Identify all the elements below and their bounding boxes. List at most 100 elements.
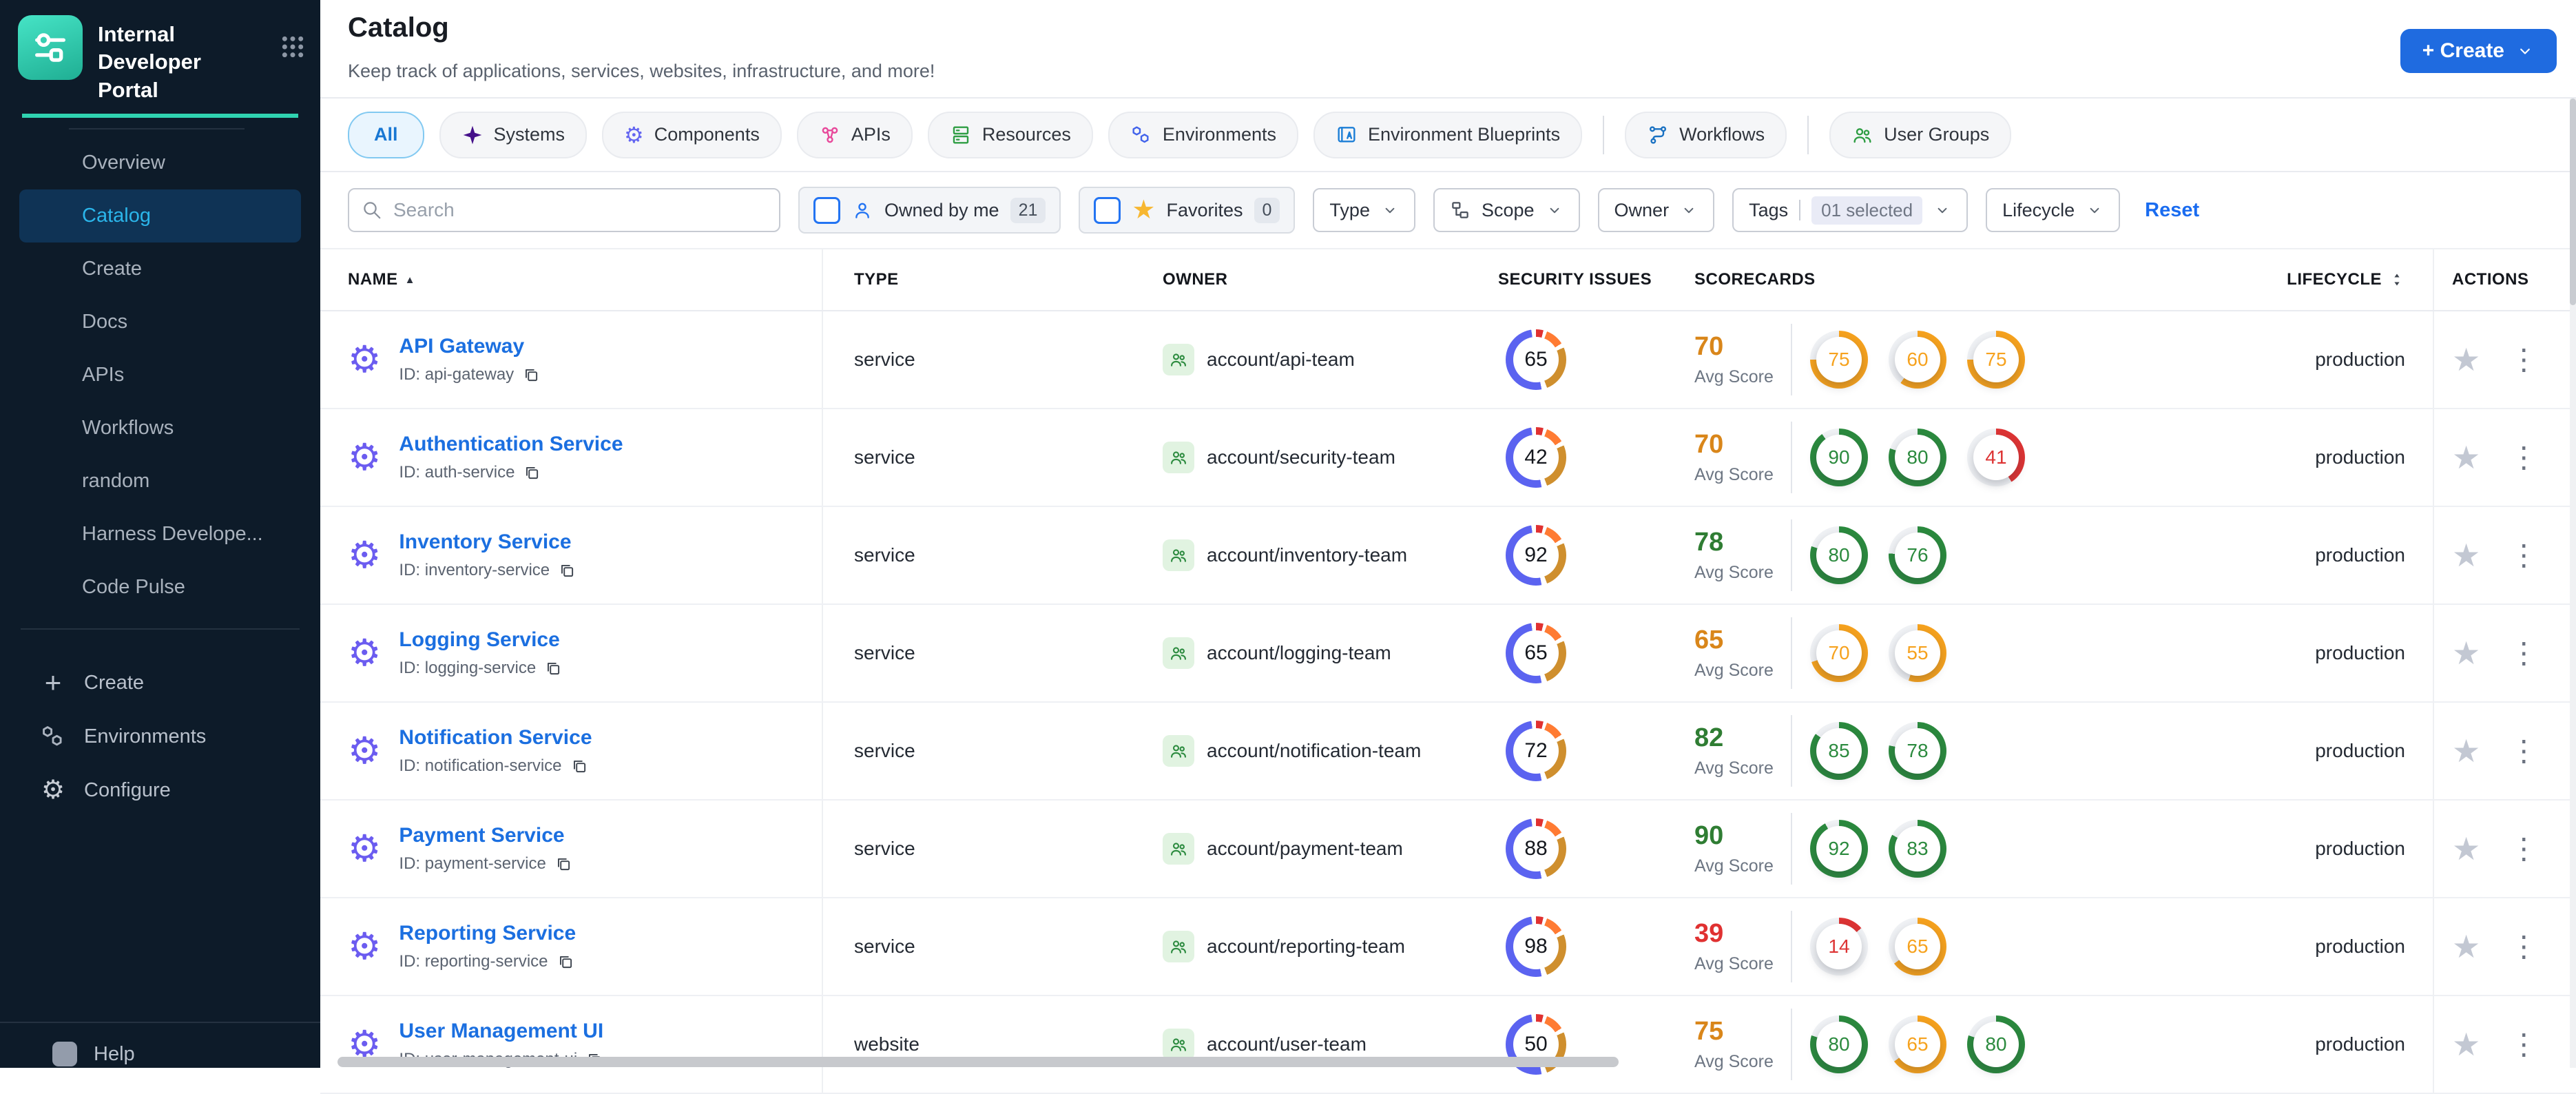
kebab-menu-button[interactable]: ⋮ [2509,1030,2538,1059]
scorecard-ring[interactable]: 76 [1889,526,1946,584]
column-header-name[interactable]: NAME ▲ [320,249,823,310]
sidebar-item-apis[interactable]: APIs [0,349,320,402]
tab-systems[interactable]: Systems [439,111,588,158]
scorecard-ring[interactable]: 41 [1967,429,2025,486]
sidebar-item-configure[interactable]: ⚙ Configure [0,763,320,817]
kebab-menu-button[interactable]: ⋮ [2509,639,2538,668]
sidebar-item-random[interactable]: random [0,455,320,508]
copy-icon[interactable] [544,659,562,677]
copy-icon[interactable] [570,757,588,775]
security-issues-donut[interactable]: 98 [1506,916,1566,977]
vertical-scrollbar-thumb[interactable] [2570,99,2576,305]
search-box[interactable] [348,188,780,232]
sidebar-item-code-pulse[interactable]: Code Pulse [0,561,320,614]
scorecard-ring[interactable]: 60 [1889,331,1946,389]
entity-name-link[interactable]: User Management UI [399,1020,603,1042]
scorecard-ring[interactable]: 65 [1889,1015,1946,1073]
kebab-menu-button[interactable]: ⋮ [2509,932,2538,961]
kebab-menu-button[interactable]: ⋮ [2509,345,2538,374]
favorite-star-button[interactable]: ★ [2452,344,2480,375]
favorite-star-button[interactable]: ★ [2452,539,2480,571]
scorecard-ring[interactable]: 78 [1889,722,1946,780]
tab-user-groups[interactable]: User Groups [1829,111,2012,158]
security-issues-donut[interactable]: 88 [1506,818,1566,879]
reset-filters-button[interactable]: Reset [2145,199,2199,222]
owned-by-me-checkbox[interactable] [813,196,840,224]
security-issues-donut[interactable]: 42 [1506,427,1566,488]
scorecard-ring[interactable]: 80 [1810,526,1868,584]
copy-icon[interactable] [554,855,572,873]
app-grid-icon[interactable] [279,33,307,61]
lifecycle-filter-dropdown[interactable]: Lifecycle [1986,188,2121,232]
sidebar-item-docs[interactable]: Docs [0,296,320,349]
sidebar-item-overview[interactable]: Overview [0,136,320,189]
sidebar-item-workflows[interactable]: Workflows [0,402,320,455]
entity-name-link[interactable]: Payment Service [399,824,564,847]
copy-icon[interactable] [522,366,540,384]
scorecard-ring[interactable]: 80 [1810,1015,1868,1073]
copy-icon[interactable] [558,561,576,579]
entity-name-link[interactable]: Reporting Service [399,922,576,945]
tab-components[interactable]: ⚙ Components [602,111,782,158]
kebab-menu-button[interactable]: ⋮ [2509,443,2538,472]
scorecard-ring[interactable]: 55 [1889,624,1946,682]
favorites-checkbox[interactable] [1094,196,1121,224]
security-issues-donut[interactable]: 92 [1506,525,1566,586]
entity-name-link[interactable]: API Gateway [399,335,524,358]
entity-name-link[interactable]: Inventory Service [399,530,571,553]
column-header-scorecards[interactable]: SCORECARDS [1674,249,2294,310]
security-issues-donut[interactable]: 65 [1506,329,1566,390]
scorecard-ring[interactable]: 14 [1810,918,1868,976]
scorecard-ring[interactable]: 70 [1810,624,1868,682]
favorite-star-button[interactable]: ★ [2452,1029,2480,1060]
sidebar-item-help[interactable]: Help [0,1042,135,1066]
search-input[interactable] [392,198,767,222]
column-header-lifecycle[interactable]: LIFECYCLE [2287,249,2434,310]
horizontal-scrollbar-thumb[interactable] [337,1057,1619,1067]
favorite-star-button[interactable]: ★ [2452,442,2480,473]
scorecard-ring[interactable]: 90 [1810,429,1868,486]
tab-environment-blueprints[interactable]: Environment Blueprints [1313,111,1583,158]
sidebar-item-create[interactable]: + Create [0,656,320,710]
sidebar-item-catalog[interactable]: Catalog [19,189,301,242]
sidebar-item-harness-develope-[interactable]: Harness Develope... [0,508,320,561]
type-filter-dropdown[interactable]: Type [1313,188,1415,232]
security-issues-donut[interactable]: 50 [1506,1014,1566,1075]
scorecard-ring[interactable]: 65 [1889,918,1946,976]
tab-apis[interactable]: APIs [796,111,913,158]
entity-name-link[interactable]: Notification Service [399,726,592,749]
owner-filter-dropdown[interactable]: Owner [1597,188,1715,232]
tags-filter-dropdown[interactable]: Tags 01 selected [1732,188,1969,232]
owned-by-me-filter[interactable]: Owned by me 21 [798,187,1061,234]
security-issues-donut[interactable]: 72 [1506,721,1566,781]
favorites-filter[interactable]: ★ Favorites 0 [1079,187,1296,234]
kebab-menu-button[interactable]: ⋮ [2509,736,2538,765]
favorite-star-button[interactable]: ★ [2452,637,2480,669]
tab-environments[interactable]: Environments [1108,111,1298,158]
kebab-menu-button[interactable]: ⋮ [2509,541,2538,570]
favorite-star-button[interactable]: ★ [2452,931,2480,962]
scorecard-ring[interactable]: 75 [1967,331,2025,389]
column-header-security-issues[interactable]: SECURITY ISSUES [1474,249,1674,310]
scorecard-ring[interactable]: 80 [1967,1015,2025,1073]
copy-icon[interactable] [557,953,574,971]
sidebar-item-create[interactable]: Create [0,242,320,296]
create-button[interactable]: + Create [2400,29,2557,73]
favorite-star-button[interactable]: ★ [2452,735,2480,767]
copy-icon[interactable] [523,464,541,482]
entity-name-link[interactable]: Authentication Service [399,433,623,455]
scope-filter-dropdown[interactable]: Scope [1433,188,1580,232]
kebab-menu-button[interactable]: ⋮ [2509,834,2538,863]
tab-all[interactable]: All [348,111,424,158]
scorecard-ring[interactable]: 83 [1889,820,1946,878]
scorecard-ring[interactable]: 75 [1810,331,1868,389]
sidebar-item-environments[interactable]: Environments [0,710,320,763]
column-header-owner[interactable]: OWNER [1130,249,1474,310]
security-issues-donut[interactable]: 65 [1506,623,1566,683]
tab-workflows[interactable]: Workflows [1625,111,1787,158]
scorecard-ring[interactable]: 92 [1810,820,1868,878]
entity-name-link[interactable]: Logging Service [399,628,559,651]
scorecard-ring[interactable]: 80 [1889,429,1946,486]
tab-resources[interactable]: Resources [927,111,1093,158]
column-header-type[interactable]: TYPE [823,249,1130,310]
